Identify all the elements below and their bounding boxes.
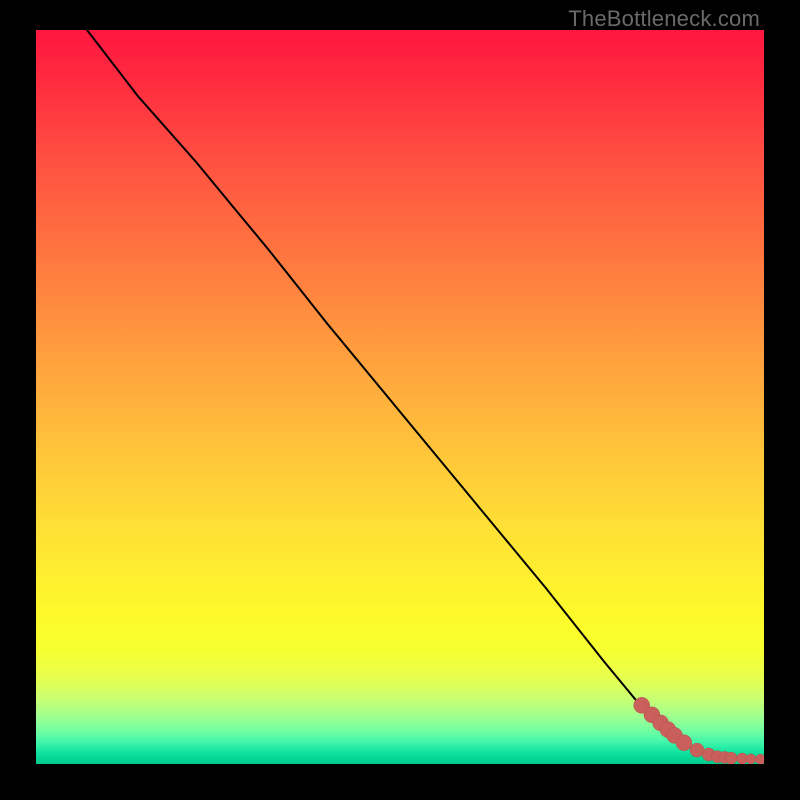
chart-frame: TheBottleneck.com [0,0,800,800]
curve-line [87,30,764,760]
chart-overlay [36,30,764,764]
data-point [725,752,737,764]
data-point [690,743,704,757]
data-point [755,754,764,764]
data-point [676,735,692,751]
data-point [746,754,756,764]
watermark-text: TheBottleneck.com [568,6,760,32]
data-markers [634,697,764,764]
curve-path [87,30,764,760]
plot-area [36,30,764,764]
